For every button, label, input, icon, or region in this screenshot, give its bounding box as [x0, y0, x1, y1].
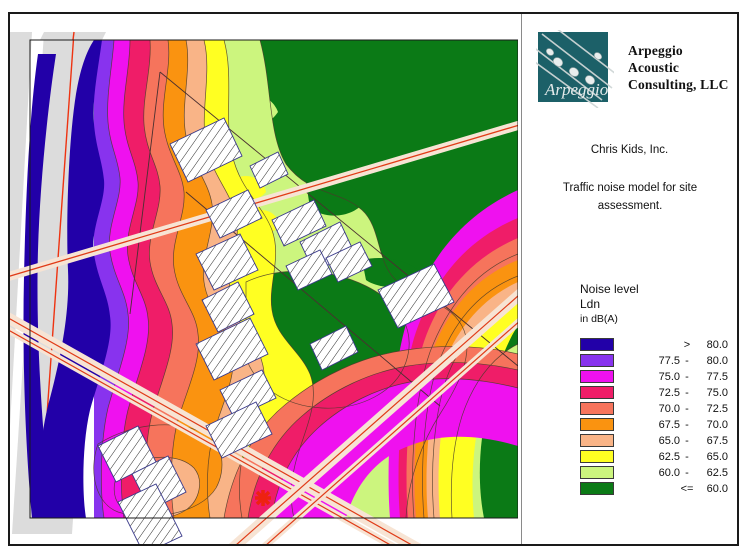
- legend-range-operator: -: [685, 402, 689, 415]
- screenshot-root: Arpeggio Arpeggio Acoustic Consulting, L…: [0, 0, 747, 560]
- legend-range-operator: -: [685, 386, 689, 399]
- legend-row: <= 60.0: [580, 481, 730, 496]
- legend-range-low: 67.5: [658, 418, 680, 431]
- legend-range-low: 70.0: [658, 402, 680, 415]
- legend-range-low: 72.5: [658, 386, 680, 399]
- legend-range-high: 70.0: [706, 418, 728, 431]
- highway-corridor-overlay: [10, 31, 106, 41]
- legend-range-low: 62.5: [658, 450, 680, 463]
- legend-range-operator: -: [685, 434, 689, 447]
- legend-range-operator: >: [683, 338, 691, 351]
- legend-label: 62.5- 65.0: [614, 451, 730, 463]
- company-name-line-3: Consulting, LLC: [628, 77, 729, 92]
- drawing-frame: Arpeggio Arpeggio Acoustic Consulting, L…: [8, 12, 739, 546]
- project-description-line-1: Traffic noise model for site: [562, 182, 698, 194]
- legend: Noise level Ldn in dB(A) >80.0 77.5-80.0 7…: [580, 282, 730, 497]
- legend-range-high: 62.5: [706, 466, 728, 479]
- company-name: Arpeggio Acoustic Consulting, LLC: [628, 42, 738, 93]
- legend-range-operator: -: [685, 466, 689, 479]
- legend-swatch: [580, 370, 614, 383]
- project-description-line-2: assessment.: [597, 200, 663, 212]
- legend-range-operator: <=: [680, 482, 694, 495]
- legend-swatch: [580, 402, 614, 415]
- company-name-line-2: Acoustic: [628, 60, 680, 75]
- legend-range-high: 60.0: [706, 482, 728, 495]
- receiver-point[interactable]: [255, 490, 271, 506]
- legend-swatch: [580, 466, 614, 479]
- company-name-line-1: Arpeggio: [628, 43, 683, 58]
- legend-title-main: Noise level: [580, 282, 639, 296]
- legend-range-low: 60.0: [658, 466, 680, 479]
- legend-label: 60.0- 62.5: [614, 467, 730, 479]
- legend-range-high: 77.5: [706, 370, 728, 383]
- legend-swatch: [580, 434, 614, 447]
- legend-row: 62.5- 65.0: [580, 449, 730, 464]
- company-logo-block: Arpeggio Arpeggio Acoustic Consulting, L…: [536, 22, 732, 118]
- legend-range-high: 67.5: [706, 434, 728, 447]
- legend-range-high: 80.0: [706, 354, 728, 367]
- legend-label: >80.0: [614, 339, 730, 351]
- legend-row: 77.5- 80.0: [580, 353, 730, 368]
- legend-label: 65.0- 67.5: [614, 435, 730, 447]
- legend-label: 72.5- 75.0: [614, 387, 730, 399]
- legend-row: 60.0- 62.5: [580, 465, 730, 480]
- legend-row: 72.5- 75.0: [580, 385, 730, 400]
- legend-range-low: 65.0: [658, 434, 680, 447]
- legend-units: in dB(A): [580, 313, 618, 325]
- legend-range-high: 80.0: [706, 338, 728, 351]
- legend-label: 75.0- 77.5: [614, 371, 730, 383]
- legend-swatch: [580, 354, 614, 367]
- legend-range-operator: -: [685, 418, 689, 431]
- legend-swatch: [580, 386, 614, 399]
- legend-label: <= 60.0: [614, 483, 730, 495]
- legend-swatch: [580, 482, 614, 495]
- arpeggio-logo-icon: Arpeggio: [536, 30, 614, 108]
- legend-items: >80.0 77.5-80.0 75.0-77.5 72.5-75.0 70.0-72.…: [580, 337, 730, 496]
- legend-range-high: 65.0: [706, 450, 728, 463]
- contour-bands: [23, 40, 518, 518]
- legend-title: Noise level Ldn in dB(A): [580, 282, 730, 327]
- legend-swatch: [580, 450, 614, 463]
- client-name: Chris Kids, Inc.: [590, 144, 669, 156]
- legend-metric: Ldn: [580, 297, 601, 311]
- legend-range-low: 75.0: [658, 370, 680, 383]
- svg-text:Arpeggio: Arpeggio: [544, 80, 608, 99]
- map-canvas[interactable]: [10, 14, 518, 544]
- legend-swatch: [580, 338, 614, 351]
- legend-range-operator: -: [685, 370, 689, 383]
- legend-swatch: [580, 418, 614, 431]
- legend-row: 75.0- 77.5: [580, 369, 730, 384]
- legend-row: >80.0: [580, 337, 730, 352]
- project-description: Traffic noise model for site assessment.: [540, 179, 720, 215]
- legend-range-high: 72.5: [706, 402, 728, 415]
- info-panel: Arpeggio Arpeggio Acoustic Consulting, L…: [522, 14, 737, 544]
- legend-row: 65.0- 67.5: [580, 433, 730, 448]
- legend-row: 67.5- 70.0: [580, 417, 730, 432]
- legend-range-operator: -: [685, 354, 689, 367]
- map-top-margin: [94, 14, 518, 40]
- legend-range-high: 75.0: [706, 386, 728, 399]
- legend-range-low: 77.5: [658, 354, 680, 367]
- legend-range-operator: -: [685, 450, 689, 463]
- legend-label: 70.0- 72.5: [614, 403, 730, 415]
- legend-label: 67.5- 70.0: [614, 419, 730, 431]
- legend-label: 77.5- 80.0: [614, 355, 730, 367]
- legend-row: 70.0- 72.5: [580, 401, 730, 416]
- noise-contour-map[interactable]: [10, 14, 518, 544]
